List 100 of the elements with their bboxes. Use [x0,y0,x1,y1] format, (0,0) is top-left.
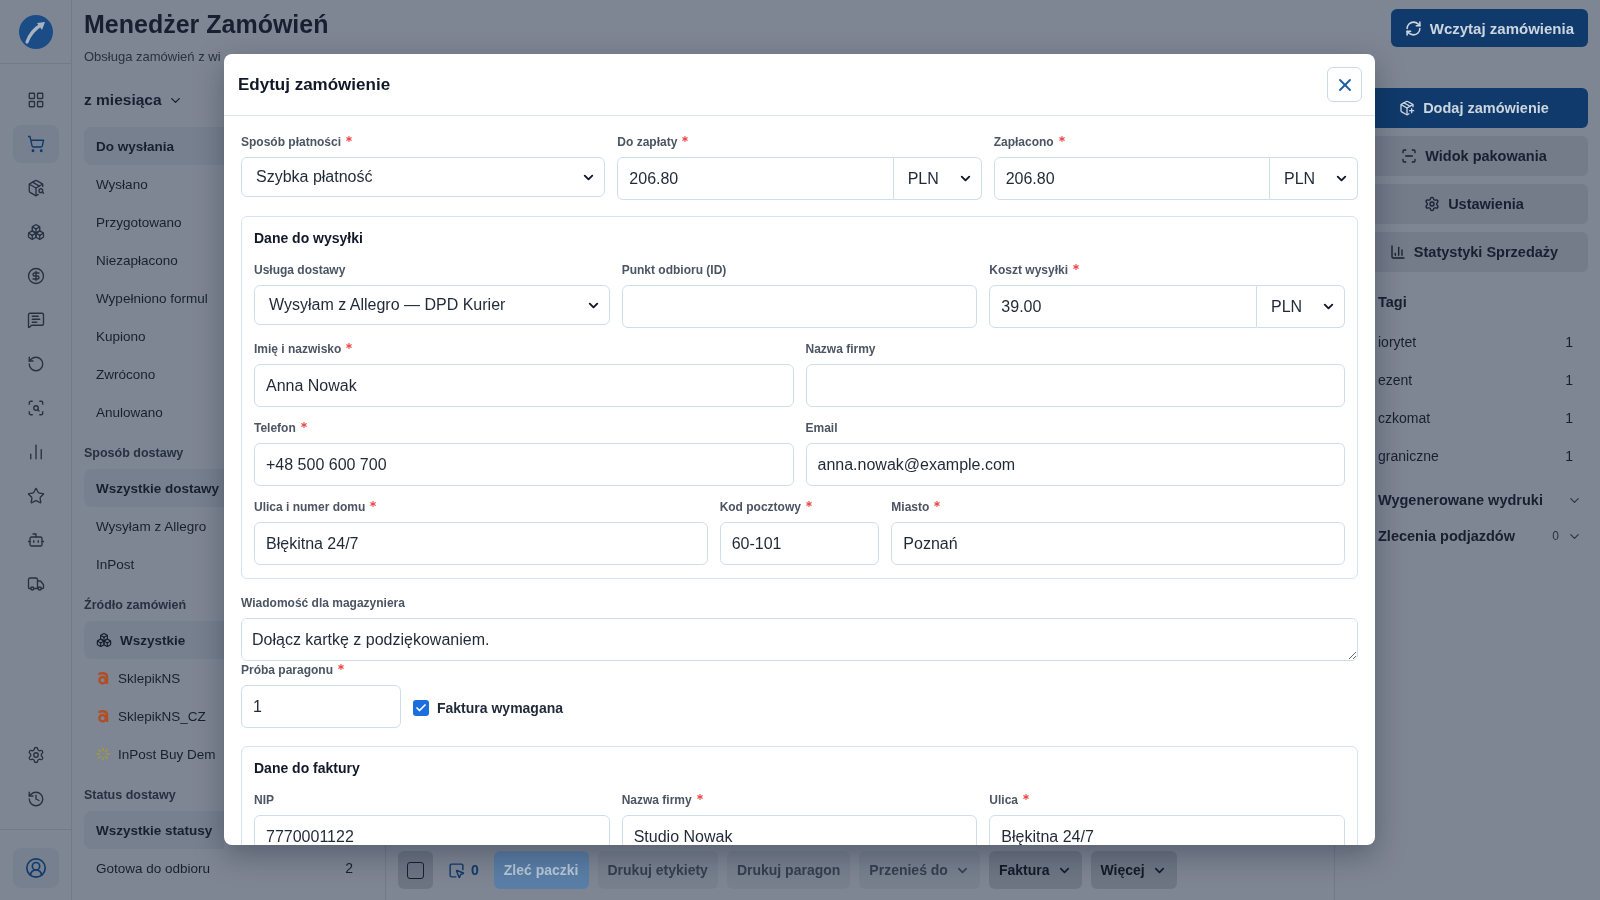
field-label: Email [805,421,838,435]
scan-search-icon [26,399,45,417]
toolbar-button[interactable]: Więcej [1090,851,1177,889]
field-label: NIP [254,793,274,807]
message-field[interactable]: Dołącz kartkę z podziękowaniem. [241,618,1358,661]
filter-item[interactable]: Kupiono [84,317,224,355]
nav-button[interactable] [12,125,59,163]
filter-item[interactable]: Do wysłania [84,127,224,165]
dollar-coin-icon [26,267,45,285]
section-title: Dane do faktury [254,759,360,777]
field-label: Próba paragonu [241,663,333,677]
select-field[interactable]: Szybka płatność [241,157,606,197]
filter-item[interactable]: Wypełniono formul [84,279,224,317]
text-field[interactable]: 60-101 [719,522,880,565]
user-avatar-icon [24,857,47,879]
field-label: Sposób płatności [241,135,341,149]
collapsible-title[interactable]: Wygenerowane wydruki [1378,492,1543,508]
filter-item[interactable]: SklepikNS [84,659,224,697]
field-label: Wiadomość dla magazyniera [241,596,405,610]
filter-label: SklepikNS_CZ [118,708,206,724]
select-all-button[interactable] [398,851,433,889]
filter-count: 2 [345,860,353,876]
star-icon [26,487,45,505]
package-plus-icon [1399,100,1416,116]
checkmark-icon [415,702,427,714]
text-field[interactable]: 1 [241,685,401,728]
tag-count: 1 [1565,334,1573,350]
filter-item[interactable]: Wysłano [84,165,224,203]
filter-item[interactable]: SklepikNS_CZ [84,697,224,735]
user-account-button[interactable] [12,848,59,888]
checkbox-label[interactable]: Faktura wymagana [437,700,564,716]
message-icon [26,311,45,329]
collapsible-title[interactable]: Zlecenia podjazdów [1378,528,1515,544]
text-field[interactable]: 7770001122 [254,815,610,845]
text-field[interactable]: +48 500 600 700 [254,443,794,486]
tag-label[interactable]: ezent [1378,372,1413,388]
tag-label[interactable]: czkomat [1378,410,1431,426]
amount-field[interactable]: 39.00 [989,285,1257,328]
period-dropdown[interactable]: z miesiąca [84,88,183,112]
tag-count: 1 [1565,410,1573,426]
filter-item[interactable]: Wszystkie statusy [84,811,224,849]
text-field[interactable]: anna.nowak@example.com [805,443,1345,486]
filter-item[interactable]: Przygotowano [84,203,224,241]
page-title: Menedżer Zamówień [84,9,329,40]
checkbox[interactable] [413,700,429,716]
filter-section-title: Status dostawy [84,787,176,803]
refresh-icon [1404,19,1422,37]
select-field[interactable]: Wysyłam z Allegro — DPD Kurier [254,285,610,325]
logo-icon [18,14,53,49]
field-label: Miasto [891,500,930,514]
field-label: Ulica i numer domu [254,500,366,514]
filter-item[interactable]: Wszystkie [84,621,224,659]
filter-item[interactable]: Niezapłacono [84,241,224,279]
amount-field[interactable]: 206.80 [617,157,894,200]
currency-select[interactable]: PLN [893,157,982,200]
toolbar-button[interactable]: Faktura [988,851,1082,889]
boxes-icon [96,632,112,648]
field-label: Usługa dostawy [254,263,346,277]
close-button[interactable] [1327,67,1362,102]
text-field[interactable]: Błękitna 24/7 [989,815,1345,845]
settings-icon [1424,196,1441,212]
tags-title: Tagi [1378,293,1407,312]
filter-item[interactable]: Zwrócono [84,355,224,393]
field-label: Nazwa firmy [621,793,692,807]
undo-icon [26,355,45,373]
settings-icon [26,746,45,764]
boxes-icon [26,223,45,241]
field-label: Imię i nazwisko [254,342,342,356]
package-search-icon [26,179,45,197]
scan-line-icon [1401,148,1418,164]
text-field[interactable]: Poznań [891,522,1345,565]
checkbox[interactable] [407,861,424,879]
truck-icon [26,575,45,593]
grid-icon [26,91,45,109]
filter-item[interactable]: Wysyłam z Allegro [84,507,224,545]
field-label: Zapłacono [993,135,1054,149]
text-field[interactable] [805,364,1345,407]
amount-field[interactable]: 206.80 [993,157,1270,200]
currency-select[interactable]: PLN [1257,285,1345,328]
tag-label[interactable]: iorytet [1378,334,1417,350]
text-field[interactable]: Anna Nowak [254,364,794,407]
filter-item[interactable]: Anulowano [84,393,224,431]
tag-label[interactable]: graniczne [1378,448,1439,464]
currency-select[interactable]: PLN [1270,157,1358,200]
dialog-title: Edytuj zamówienie [238,74,391,95]
filter-item[interactable]: InPost [84,545,224,583]
load-orders-button[interactable]: Wczytaj zamówienia [1390,9,1588,47]
section-title: Dane do wysyłki [254,229,363,247]
selection-count-button[interactable]: 0 [442,851,485,889]
filter-item[interactable]: InPost Buy Dem [84,735,224,773]
filter-label: InPost Buy Dem [118,746,216,762]
text-field[interactable]: Błękitna 24/7 [254,522,708,565]
collapsible-count: 0 [1552,529,1559,543]
filter-section-title: Sposób dostawy [84,445,184,461]
text-field[interactable]: Studio Nowak [621,815,978,845]
text-field[interactable] [621,285,978,328]
filter-item[interactable]: Gotowa do odbioru 2 [84,849,373,887]
letter-a-logo-icon [96,671,110,685]
filter-item[interactable]: Wszystkie dostawy [84,469,224,507]
field-label: Punkt odbioru (ID) [621,263,727,277]
